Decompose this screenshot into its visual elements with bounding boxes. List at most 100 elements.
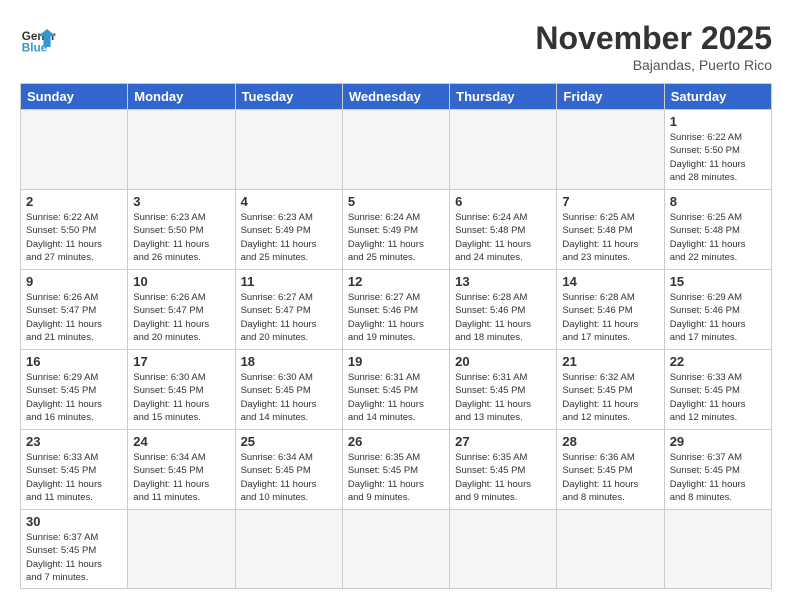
day-number: 3 bbox=[133, 194, 229, 209]
calendar-cell: 19Sunrise: 6:31 AM Sunset: 5:45 PM Dayli… bbox=[342, 350, 449, 430]
day-number: 28 bbox=[562, 434, 658, 449]
day-number: 25 bbox=[241, 434, 337, 449]
calendar-cell: 22 Sunrise: 6:33 AM Sunset: 5:45 PM Dayli… bbox=[664, 350, 771, 430]
calendar-week-row: 16 Sunrise: 6:29 AM Sunset: 5:45 PM Dayli… bbox=[21, 350, 772, 430]
calendar-cell bbox=[21, 110, 128, 190]
day-number: 11 bbox=[241, 274, 337, 289]
calendar-cell: 1 Sunrise: 6:22 AM Sunset: 5:50 PM Daylig… bbox=[664, 110, 771, 190]
calendar-cell: 3Sunrise: 6:23 AM Sunset: 5:50 PM Daylig… bbox=[128, 190, 235, 270]
calendar-cell: 16 Sunrise: 6:29 AM Sunset: 5:45 PM Dayli… bbox=[21, 350, 128, 430]
col-header-tuesday: Tuesday bbox=[235, 84, 342, 110]
day-info: Sunrise: 6:24 AM Sunset: 5:49 PM Dayligh… bbox=[348, 211, 444, 264]
day-number: 27 bbox=[455, 434, 551, 449]
calendar-cell: 6Sunrise: 6:24 AM Sunset: 5:48 PM Daylig… bbox=[450, 190, 557, 270]
day-info: Sunrise: 6:31 AM Sunset: 5:45 PM Dayligh… bbox=[348, 371, 444, 424]
col-header-thursday: Thursday bbox=[450, 84, 557, 110]
calendar-week-row: 2 Sunrise: 6:22 AM Sunset: 5:50 PM Daylig… bbox=[21, 190, 772, 270]
day-number: 23 bbox=[26, 434, 122, 449]
calendar-cell bbox=[128, 510, 235, 589]
day-number: 10 bbox=[133, 274, 229, 289]
day-info: Sunrise: 6:34 AM Sunset: 5:45 PM Dayligh… bbox=[133, 451, 229, 504]
day-number: 30 bbox=[26, 514, 122, 529]
day-info: Sunrise: 6:27 AM Sunset: 5:47 PM Dayligh… bbox=[241, 291, 337, 344]
calendar-cell: 29 Sunrise: 6:37 AM Sunset: 5:45 PM Dayli… bbox=[664, 430, 771, 510]
calendar-cell: 12 Sunrise: 6:27 AM Sunset: 5:46 PM Dayli… bbox=[342, 270, 449, 350]
calendar-cell: 25Sunrise: 6:34 AM Sunset: 5:45 PM Dayli… bbox=[235, 430, 342, 510]
calendar-cell: 4 Sunrise: 6:23 AM Sunset: 5:49 PM Daylig… bbox=[235, 190, 342, 270]
day-number: 22 bbox=[670, 354, 766, 369]
page-header: General Blue November 2025 Bajandas, Pue… bbox=[20, 20, 772, 73]
logo: General Blue bbox=[20, 20, 56, 56]
location: Bajandas, Puerto Rico bbox=[535, 57, 772, 73]
calendar-cell: 11 Sunrise: 6:27 AM Sunset: 5:47 PM Dayli… bbox=[235, 270, 342, 350]
day-number: 2 bbox=[26, 194, 122, 209]
day-number: 21 bbox=[562, 354, 658, 369]
day-number: 24 bbox=[133, 434, 229, 449]
day-number: 12 bbox=[348, 274, 444, 289]
day-number: 15 bbox=[670, 274, 766, 289]
calendar-cell bbox=[342, 110, 449, 190]
calendar-cell: 14 Sunrise: 6:28 AM Sunset: 5:46 PM Dayli… bbox=[557, 270, 664, 350]
day-info: Sunrise: 6:35 AM Sunset: 5:45 PM Dayligh… bbox=[348, 451, 444, 504]
calendar-cell: 9Sunrise: 6:26 AM Sunset: 5:47 PM Daylig… bbox=[21, 270, 128, 350]
day-number: 14 bbox=[562, 274, 658, 289]
day-number: 17 bbox=[133, 354, 229, 369]
day-info: Sunrise: 6:30 AM Sunset: 5:45 PM Dayligh… bbox=[241, 371, 337, 424]
calendar-cell: 15 Sunrise: 6:29 AM Sunset: 5:46 PM Dayli… bbox=[664, 270, 771, 350]
day-info: Sunrise: 6:28 AM Sunset: 5:46 PM Dayligh… bbox=[455, 291, 551, 344]
calendar-table: SundayMondayTuesdayWednesdayThursdayFrid… bbox=[20, 83, 772, 589]
day-number: 4 bbox=[241, 194, 337, 209]
day-number: 18 bbox=[241, 354, 337, 369]
calendar-cell bbox=[450, 510, 557, 589]
day-info: Sunrise: 6:27 AM Sunset: 5:46 PM Dayligh… bbox=[348, 291, 444, 344]
day-info: Sunrise: 6:26 AM Sunset: 5:47 PM Dayligh… bbox=[133, 291, 229, 344]
day-info: Sunrise: 6:22 AM Sunset: 5:50 PM Dayligh… bbox=[670, 131, 766, 184]
col-header-wednesday: Wednesday bbox=[342, 84, 449, 110]
calendar-cell: 18 Sunrise: 6:30 AM Sunset: 5:45 PM Dayli… bbox=[235, 350, 342, 430]
calendar-cell: 27 Sunrise: 6:35 AM Sunset: 5:45 PM Dayli… bbox=[450, 430, 557, 510]
calendar-cell: 5Sunrise: 6:24 AM Sunset: 5:49 PM Daylig… bbox=[342, 190, 449, 270]
day-info: Sunrise: 6:37 AM Sunset: 5:45 PM Dayligh… bbox=[670, 451, 766, 504]
day-number: 16 bbox=[26, 354, 122, 369]
day-info: Sunrise: 6:33 AM Sunset: 5:45 PM Dayligh… bbox=[670, 371, 766, 424]
calendar-week-row: 1 Sunrise: 6:22 AM Sunset: 5:50 PM Daylig… bbox=[21, 110, 772, 190]
day-number: 7 bbox=[562, 194, 658, 209]
title-block: November 2025 Bajandas, Puerto Rico bbox=[535, 20, 772, 73]
calendar-cell: 21Sunrise: 6:32 AM Sunset: 5:45 PM Dayli… bbox=[557, 350, 664, 430]
col-header-monday: Monday bbox=[128, 84, 235, 110]
calendar-cell bbox=[557, 510, 664, 589]
calendar-cell: 30Sunrise: 6:37 AM Sunset: 5:45 PM Dayli… bbox=[21, 510, 128, 589]
calendar-cell bbox=[664, 510, 771, 589]
day-info: Sunrise: 6:28 AM Sunset: 5:46 PM Dayligh… bbox=[562, 291, 658, 344]
day-info: Sunrise: 6:22 AM Sunset: 5:50 PM Dayligh… bbox=[26, 211, 122, 264]
day-info: Sunrise: 6:29 AM Sunset: 5:46 PM Dayligh… bbox=[670, 291, 766, 344]
day-number: 13 bbox=[455, 274, 551, 289]
day-info: Sunrise: 6:33 AM Sunset: 5:45 PM Dayligh… bbox=[26, 451, 122, 504]
month-title: November 2025 bbox=[535, 20, 772, 57]
calendar-week-row: 9Sunrise: 6:26 AM Sunset: 5:47 PM Daylig… bbox=[21, 270, 772, 350]
calendar-week-row: 30Sunrise: 6:37 AM Sunset: 5:45 PM Dayli… bbox=[21, 510, 772, 589]
calendar-cell: 24 Sunrise: 6:34 AM Sunset: 5:45 PM Dayli… bbox=[128, 430, 235, 510]
day-info: Sunrise: 6:29 AM Sunset: 5:45 PM Dayligh… bbox=[26, 371, 122, 424]
calendar-week-row: 23 Sunrise: 6:33 AM Sunset: 5:45 PM Dayli… bbox=[21, 430, 772, 510]
calendar-cell bbox=[235, 110, 342, 190]
calendar-cell: 17 Sunrise: 6:30 AM Sunset: 5:45 PM Dayli… bbox=[128, 350, 235, 430]
day-info: Sunrise: 6:26 AM Sunset: 5:47 PM Dayligh… bbox=[26, 291, 122, 344]
calendar-cell bbox=[235, 510, 342, 589]
day-info: Sunrise: 6:31 AM Sunset: 5:45 PM Dayligh… bbox=[455, 371, 551, 424]
calendar-cell: 20Sunrise: 6:31 AM Sunset: 5:45 PM Dayli… bbox=[450, 350, 557, 430]
calendar-cell: 28Sunrise: 6:36 AM Sunset: 5:45 PM Dayli… bbox=[557, 430, 664, 510]
day-info: Sunrise: 6:30 AM Sunset: 5:45 PM Dayligh… bbox=[133, 371, 229, 424]
calendar-cell: 23 Sunrise: 6:33 AM Sunset: 5:45 PM Dayli… bbox=[21, 430, 128, 510]
calendar-cell: 10 Sunrise: 6:26 AM Sunset: 5:47 PM Dayli… bbox=[128, 270, 235, 350]
day-number: 29 bbox=[670, 434, 766, 449]
calendar-cell: 7Sunrise: 6:25 AM Sunset: 5:48 PM Daylig… bbox=[557, 190, 664, 270]
calendar-cell: 26 Sunrise: 6:35 AM Sunset: 5:45 PM Dayli… bbox=[342, 430, 449, 510]
col-header-sunday: Sunday bbox=[21, 84, 128, 110]
calendar-header-row: SundayMondayTuesdayWednesdayThursdayFrid… bbox=[21, 84, 772, 110]
day-info: Sunrise: 6:35 AM Sunset: 5:45 PM Dayligh… bbox=[455, 451, 551, 504]
day-info: Sunrise: 6:24 AM Sunset: 5:48 PM Dayligh… bbox=[455, 211, 551, 264]
day-number: 1 bbox=[670, 114, 766, 129]
day-info: Sunrise: 6:23 AM Sunset: 5:49 PM Dayligh… bbox=[241, 211, 337, 264]
day-number: 26 bbox=[348, 434, 444, 449]
